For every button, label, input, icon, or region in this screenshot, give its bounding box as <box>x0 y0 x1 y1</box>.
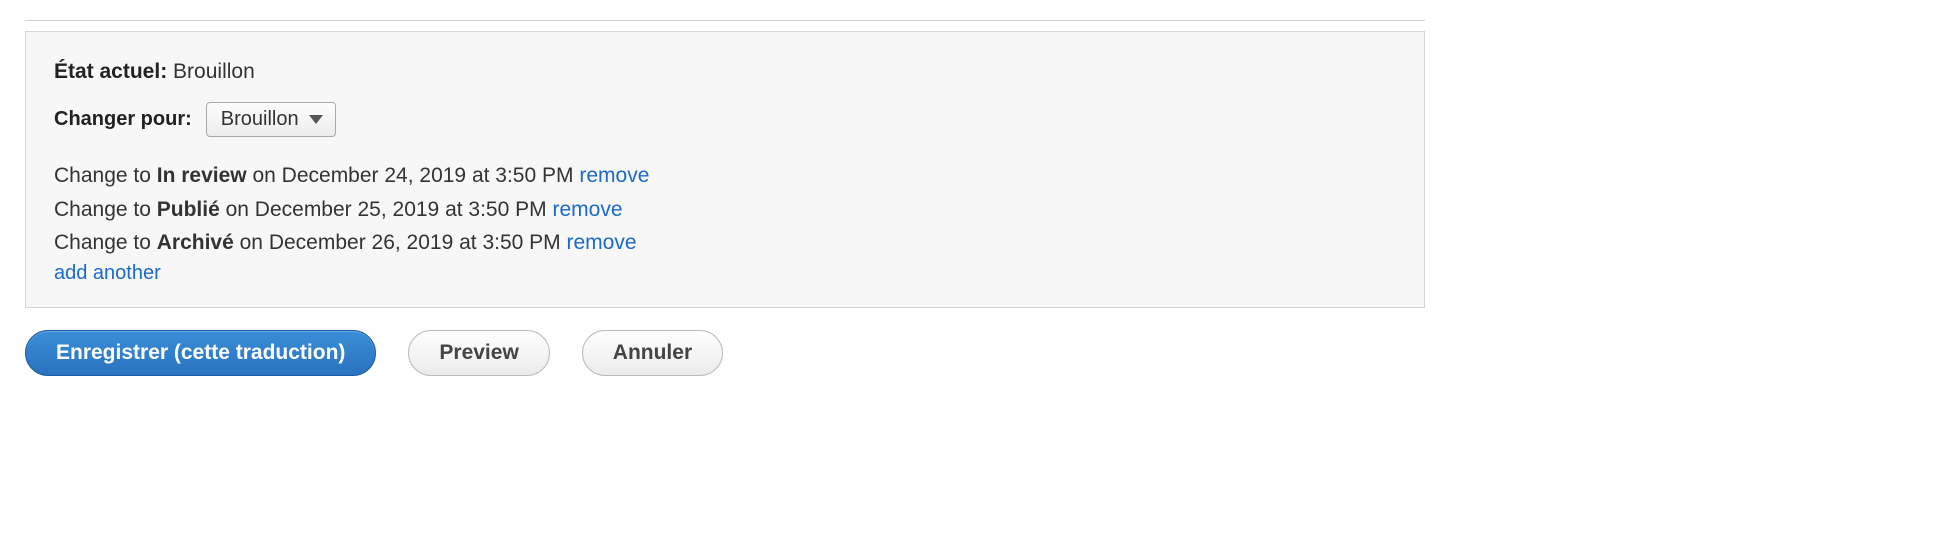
save-button[interactable]: Enregistrer (cette traduction) <box>25 330 376 376</box>
change-to-label: Changer pour: <box>54 108 192 131</box>
add-another-link[interactable]: add another <box>54 262 161 285</box>
transition-date: on December 26, 2019 at 3:50 PM <box>234 231 567 254</box>
change-to-selected-value: Brouillon <box>221 108 299 131</box>
transition-state: Archivé <box>157 231 234 254</box>
remove-link[interactable]: remove <box>567 231 637 254</box>
cancel-button[interactable]: Annuler <box>582 330 723 376</box>
current-state-row: État actuel: Brouillon <box>54 60 1396 84</box>
transition-prefix: Change to <box>54 198 157 221</box>
moderation-state-panel: État actuel: Brouillon Changer pour: Bro… <box>25 31 1425 308</box>
change-to-select[interactable]: Brouillon <box>206 102 336 137</box>
transition-prefix: Change to <box>54 164 157 187</box>
transition-date: on December 24, 2019 at 3:50 PM <box>247 164 580 187</box>
transition-prefix: Change to <box>54 231 157 254</box>
scheduled-transitions: Change to In review on December 24, 2019… <box>54 159 1396 285</box>
preview-button[interactable]: Preview <box>408 330 549 376</box>
transition-row: Change to In review on December 24, 2019… <box>54 159 1396 193</box>
current-state-value: Brouillon <box>173 60 255 83</box>
transition-row: Change to Publié on December 25, 2019 at… <box>54 193 1396 227</box>
current-state-label: État actuel: <box>54 60 167 83</box>
remove-link[interactable]: remove <box>552 198 622 221</box>
transition-state: Publié <box>157 198 220 221</box>
change-to-row: Changer pour: Brouillon <box>54 102 1396 137</box>
form-actions: Enregistrer (cette traduction) Preview A… <box>25 330 1913 376</box>
transition-state: In review <box>157 164 247 187</box>
top-divider <box>25 20 1425 21</box>
remove-link[interactable]: remove <box>579 164 649 187</box>
transition-row: Change to Archivé on December 26, 2019 a… <box>54 226 1396 260</box>
transition-date: on December 25, 2019 at 3:50 PM <box>220 198 553 221</box>
chevron-down-icon <box>309 115 323 124</box>
